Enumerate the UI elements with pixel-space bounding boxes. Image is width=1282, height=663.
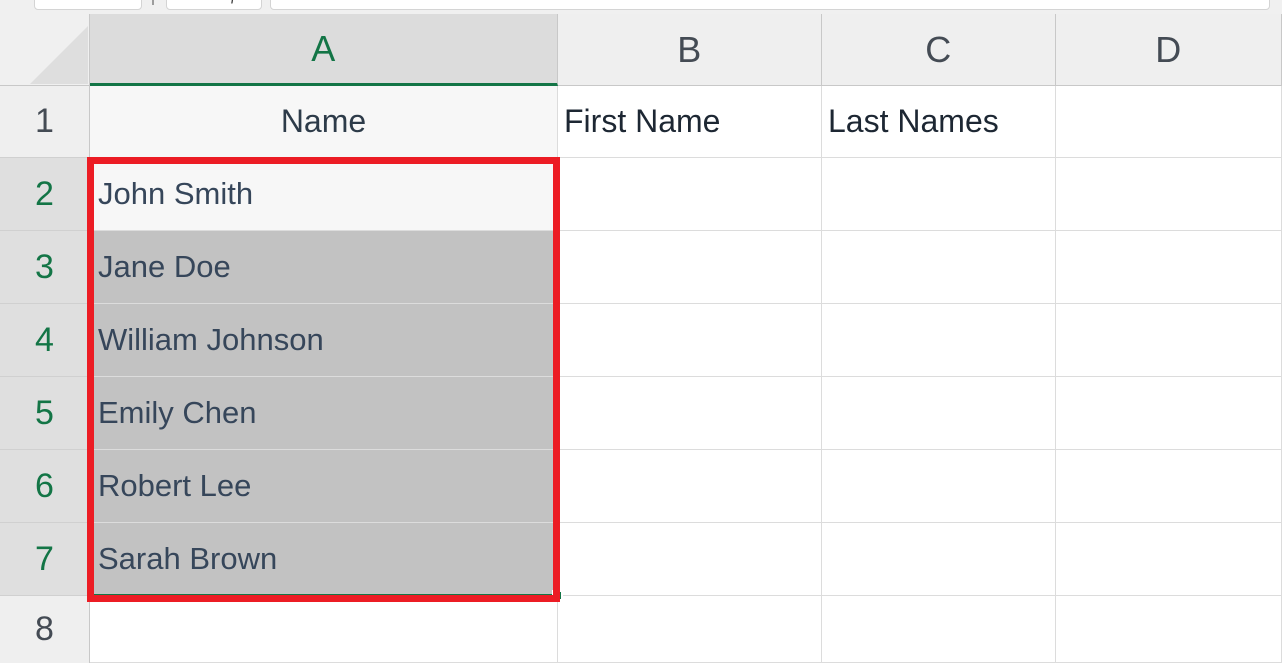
check-icon[interactable]: ✓ xyxy=(203,0,215,6)
row-header-1[interactable]: 1 xyxy=(0,86,90,158)
cell-a7[interactable]: Sarah Brown xyxy=(90,523,558,596)
formula-input-value: John Smith xyxy=(278,0,348,3)
cell-c1[interactable]: Last Names xyxy=(822,86,1056,158)
row-header-7[interactable]: 7 xyxy=(0,523,90,596)
row-header-2[interactable]: 2 xyxy=(0,158,90,231)
column-header-c[interactable]: C xyxy=(822,14,1056,86)
cell-c8[interactable] xyxy=(822,596,1056,663)
cell-b4[interactable] xyxy=(558,304,822,377)
cell-a4[interactable]: William Johnson xyxy=(90,304,558,377)
cell-d3[interactable] xyxy=(1056,231,1282,304)
cell-b3[interactable] xyxy=(558,231,822,304)
cell-c4[interactable] xyxy=(822,304,1056,377)
select-all-button[interactable] xyxy=(0,14,90,86)
cell-d8[interactable] xyxy=(1056,596,1282,663)
cell-c3[interactable] xyxy=(822,231,1056,304)
cell-b7[interactable] xyxy=(558,523,822,596)
cell-d4[interactable] xyxy=(1056,304,1282,377)
cell-d6[interactable] xyxy=(1056,450,1282,523)
cell-b2[interactable] xyxy=(558,158,822,231)
row-header-8[interactable]: 8 xyxy=(0,596,90,663)
row-header-6[interactable]: 6 xyxy=(0,450,90,523)
cell-c7[interactable] xyxy=(822,523,1056,596)
cell-c6[interactable] xyxy=(822,450,1056,523)
cell-a3[interactable]: Jane Doe xyxy=(90,231,558,304)
fill-handle[interactable] xyxy=(552,590,563,601)
cell-d7[interactable] xyxy=(1056,523,1282,596)
formula-bar: A2 ✕ ✓ fx John Smith xyxy=(0,0,1282,14)
name-box-value: A2 xyxy=(41,0,58,10)
cancel-icon[interactable]: ✕ xyxy=(175,0,187,6)
worksheet-grid: A B C D 1 2 3 4 5 6 7 8 Name First Name … xyxy=(0,14,1282,663)
cell-d5[interactable] xyxy=(1056,377,1282,450)
column-header-d[interactable]: D xyxy=(1056,14,1282,86)
insert-function-icon[interactable]: fx xyxy=(231,0,243,6)
cell-c2[interactable] xyxy=(822,158,1056,231)
cell-d1[interactable] xyxy=(1056,86,1282,158)
cell-b6[interactable] xyxy=(558,450,822,523)
cell-a6[interactable]: Robert Lee xyxy=(90,450,558,523)
name-box[interactable]: A2 xyxy=(34,0,142,10)
row-header-5[interactable]: 5 xyxy=(0,377,90,450)
cell-a5[interactable]: Emily Chen xyxy=(90,377,558,450)
cell-a2[interactable]: John Smith xyxy=(90,158,558,231)
cell-b1[interactable]: First Name xyxy=(558,86,822,158)
column-header-b[interactable]: B xyxy=(558,14,822,86)
select-all-triangle-icon xyxy=(30,26,88,84)
formula-input[interactable]: John Smith xyxy=(270,0,1270,10)
cell-b8[interactable] xyxy=(558,596,822,663)
formula-bar-divider xyxy=(152,0,154,5)
row-header-4[interactable]: 4 xyxy=(0,304,90,377)
cell-a8[interactable] xyxy=(90,596,558,663)
cell-d2[interactable] xyxy=(1056,158,1282,231)
cell-a1[interactable]: Name xyxy=(90,86,558,158)
cell-b5[interactable] xyxy=(558,377,822,450)
row-header-3[interactable]: 3 xyxy=(0,231,90,304)
column-header-a[interactable]: A xyxy=(90,14,558,86)
cell-c5[interactable] xyxy=(822,377,1056,450)
formula-bar-buttons: ✕ ✓ fx xyxy=(166,0,262,10)
